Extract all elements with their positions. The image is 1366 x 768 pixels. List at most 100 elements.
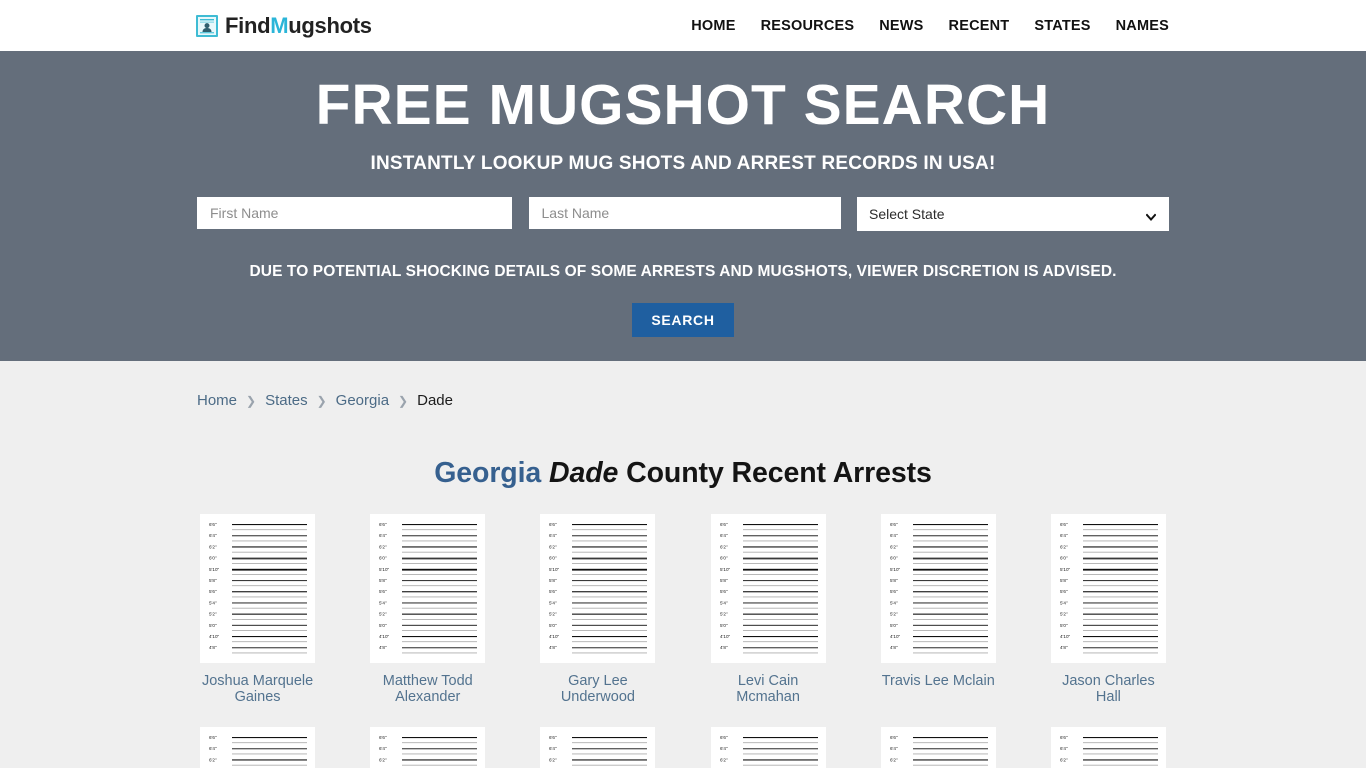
svg-text:6'6": 6'6" <box>890 735 898 740</box>
arrest-card[interactable]: 6'6"6'4"6'2"6'0"5'10"5'8"5'6"5'4"5'2"5'0… <box>707 514 828 705</box>
arrest-card[interactable]: 6'6"6'4"6'2"6'0"5'10"5'8"5'6"5'4"5'2"5'0… <box>537 727 658 768</box>
nav-item-recent[interactable]: RECENT <box>949 18 1010 34</box>
arrest-card[interactable]: 6'6"6'4"6'2"6'0"5'10"5'8"5'6"5'4"5'2"5'0… <box>878 727 999 768</box>
mugshot-thumbnail[interactable]: 6'6"6'4"6'2"6'0"5'10"5'8"5'6"5'4"5'2"5'0… <box>200 514 316 663</box>
mugshot-thumbnail[interactable]: 6'6"6'4"6'2"6'0"5'10"5'8"5'6"5'4"5'2"5'0… <box>540 727 656 768</box>
svg-text:5'2": 5'2" <box>720 612 728 617</box>
breadcrumb-item-states[interactable]: States <box>265 392 308 409</box>
arrest-name-link[interactable]: Matthew Todd Alexander <box>367 673 488 705</box>
svg-text:6'2": 6'2" <box>209 544 217 549</box>
arrest-name-link[interactable]: Jason Charles Hall <box>1048 673 1169 705</box>
svg-text:6'4": 6'4" <box>720 747 728 752</box>
breadcrumb-item-georgia[interactable]: Georgia <box>336 392 389 409</box>
svg-text:5'0": 5'0" <box>379 623 387 628</box>
nav-item-names[interactable]: NAMES <box>1116 18 1169 34</box>
mugshot-thumbnail[interactable]: 6'6"6'4"6'2"6'0"5'10"5'8"5'6"5'4"5'2"5'0… <box>1050 514 1166 663</box>
mugshot-thumbnail[interactable]: 6'6"6'4"6'2"6'0"5'10"5'8"5'6"5'4"5'2"5'0… <box>880 727 996 768</box>
svg-text:4'10": 4'10" <box>549 634 560 639</box>
svg-text:5'0": 5'0" <box>1060 623 1068 628</box>
svg-text:5'6": 5'6" <box>379 589 387 594</box>
svg-text:5'10": 5'10" <box>890 567 901 572</box>
svg-text:6'6": 6'6" <box>720 735 728 740</box>
svg-text:4'10": 4'10" <box>890 634 901 639</box>
svg-text:6'6": 6'6" <box>209 735 217 740</box>
svg-text:6'0": 6'0" <box>720 556 728 561</box>
brand-logo-link[interactable]: FindMugshots <box>196 14 372 37</box>
arrest-card[interactable]: 6'6"6'4"6'2"6'0"5'10"5'8"5'6"5'4"5'2"5'0… <box>1048 514 1169 705</box>
svg-text:6'4": 6'4" <box>1060 533 1068 538</box>
svg-text:6'2": 6'2" <box>209 758 217 763</box>
svg-text:5'6": 5'6" <box>1060 589 1068 594</box>
svg-text:6'4": 6'4" <box>549 533 557 538</box>
arrest-card[interactable]: 6'6"6'4"6'2"6'0"5'10"5'8"5'6"5'4"5'2"5'0… <box>878 514 999 705</box>
breadcrumb-item-home[interactable]: Home <box>197 392 237 409</box>
mugshot-thumbnail[interactable]: 6'6"6'4"6'2"6'0"5'10"5'8"5'6"5'4"5'2"5'0… <box>710 727 826 768</box>
first-name-input[interactable] <box>197 196 512 229</box>
svg-text:6'4": 6'4" <box>209 533 217 538</box>
arrest-card[interactable]: 6'6"6'4"6'2"6'0"5'10"5'8"5'6"5'4"5'2"5'0… <box>197 727 318 768</box>
svg-text:6'2": 6'2" <box>549 758 557 763</box>
svg-text:5'10": 5'10" <box>549 567 560 572</box>
arrest-card[interactable]: 6'6"6'4"6'2"6'0"5'10"5'8"5'6"5'4"5'2"5'0… <box>707 727 828 768</box>
arrest-card[interactable]: 6'6"6'4"6'2"6'0"5'10"5'8"5'6"5'4"5'2"5'0… <box>1048 727 1169 768</box>
last-name-input[interactable] <box>528 196 841 229</box>
breadcrumb-separator-icon: ❯ <box>246 393 257 408</box>
svg-text:4'10": 4'10" <box>209 634 220 639</box>
nav-item-home[interactable]: HOME <box>691 18 735 34</box>
mugshot-thumbnail[interactable]: 6'6"6'4"6'2"6'0"5'10"5'8"5'6"5'4"5'2"5'0… <box>540 514 656 663</box>
svg-text:4'10": 4'10" <box>720 634 731 639</box>
state-select[interactable]: Select State <box>857 196 1169 231</box>
mugshot-thumbnail[interactable]: 6'6"6'4"6'2"6'0"5'10"5'8"5'6"5'4"5'2"5'0… <box>710 514 826 663</box>
nav-item-resources[interactable]: RESOURCES <box>761 18 855 34</box>
arrest-name-link[interactable]: Levi Cain Mcmahan <box>707 673 828 705</box>
svg-text:6'6": 6'6" <box>890 522 898 527</box>
svg-text:6'0": 6'0" <box>549 556 557 561</box>
svg-text:5'10": 5'10" <box>209 567 220 572</box>
svg-text:4'8": 4'8" <box>379 645 387 650</box>
mugshot-thumbnail[interactable]: 6'6"6'4"6'2"6'0"5'10"5'8"5'6"5'4"5'2"5'0… <box>1050 727 1166 768</box>
svg-text:6'2": 6'2" <box>1060 544 1068 549</box>
svg-text:5'4": 5'4" <box>720 600 728 605</box>
main-content: Home ❯ States ❯ Georgia ❯ Dade Georgia D… <box>0 361 1366 768</box>
arrest-name-link[interactable]: Joshua Marquele Gaines <box>197 673 318 705</box>
svg-text:6'6": 6'6" <box>549 522 557 527</box>
svg-text:6'2": 6'2" <box>379 544 387 549</box>
mugshot-thumbnail[interactable]: 6'6"6'4"6'2"6'0"5'10"5'8"5'6"5'4"5'2"5'0… <box>880 514 996 663</box>
main-navigation: HOME RESOURCES NEWS RECENT STATES NAMES <box>691 18 1169 34</box>
mugshot-thumbnail[interactable]: 6'6"6'4"6'2"6'0"5'10"5'8"5'6"5'4"5'2"5'0… <box>370 514 486 663</box>
mugshot-logo-icon <box>196 14 218 37</box>
arrest-card[interactable]: 6'6"6'4"6'2"6'0"5'10"5'8"5'6"5'4"5'2"5'0… <box>367 727 488 768</box>
svg-text:6'6": 6'6" <box>379 522 387 527</box>
arrest-name-link[interactable]: Travis Lee Mclain <box>878 673 999 689</box>
svg-text:5'2": 5'2" <box>890 612 898 617</box>
svg-text:5'8": 5'8" <box>1060 578 1068 583</box>
svg-text:6'4": 6'4" <box>720 533 728 538</box>
arrest-card[interactable]: 6'6"6'4"6'2"6'0"5'10"5'8"5'6"5'4"5'2"5'0… <box>537 514 658 705</box>
svg-text:6'0": 6'0" <box>890 556 898 561</box>
svg-text:6'2": 6'2" <box>720 544 728 549</box>
search-button[interactable]: SEARCH <box>632 302 734 337</box>
site-header: FindMugshots HOME RESOURCES NEWS RECENT … <box>0 0 1366 51</box>
mugshot-thumbnail[interactable]: 6'6"6'4"6'2"6'0"5'10"5'8"5'6"5'4"5'2"5'0… <box>370 727 486 768</box>
arrest-name-link[interactable]: Gary Lee Underwood <box>537 673 658 705</box>
svg-text:4'8": 4'8" <box>1060 645 1068 650</box>
svg-text:5'8": 5'8" <box>720 578 728 583</box>
viewer-discretion-disclaimer: DUE TO POTENTIAL SHOCKING DETAILS OF SOM… <box>249 262 1117 280</box>
svg-text:5'0": 5'0" <box>890 623 898 628</box>
svg-text:6'4": 6'4" <box>890 533 898 538</box>
svg-text:6'6": 6'6" <box>379 735 387 740</box>
mugshot-thumbnail[interactable]: 6'6"6'4"6'2"6'0"5'10"5'8"5'6"5'4"5'2"5'0… <box>200 727 316 768</box>
nav-item-states[interactable]: STATES <box>1034 18 1090 34</box>
svg-text:4'8": 4'8" <box>549 645 557 650</box>
svg-text:6'2": 6'2" <box>379 758 387 763</box>
arrest-card[interactable]: 6'6"6'4"6'2"6'0"5'10"5'8"5'6"5'4"5'2"5'0… <box>197 514 318 705</box>
svg-text:6'0": 6'0" <box>209 556 217 561</box>
svg-text:6'6": 6'6" <box>209 522 217 527</box>
arrest-card[interactable]: 6'6"6'4"6'2"6'0"5'10"5'8"5'6"5'4"5'2"5'0… <box>367 514 488 705</box>
chevron-down-icon <box>1145 209 1157 221</box>
svg-text:5'2": 5'2" <box>209 612 217 617</box>
page-title-county: Dade <box>549 457 619 489</box>
nav-item-news[interactable]: NEWS <box>879 18 923 34</box>
svg-text:4'10": 4'10" <box>379 634 390 639</box>
svg-text:5'0": 5'0" <box>720 623 728 628</box>
